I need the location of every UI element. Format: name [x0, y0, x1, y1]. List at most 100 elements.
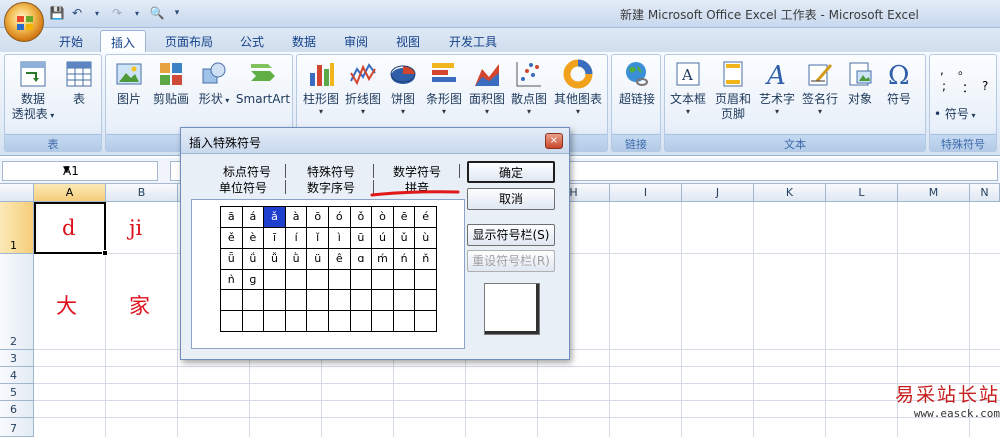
symbol-cell[interactable]: è	[242, 227, 265, 249]
header-footer-button[interactable]: 页眉和 页脚	[711, 59, 755, 122]
tab-unit-symbols[interactable]: 单位符号	[213, 179, 273, 196]
symbol-cell[interactable]	[285, 311, 308, 332]
line-chart-button[interactable]: 折线图 ▾	[343, 59, 383, 117]
symbol-button[interactable]: Ω 符号	[879, 59, 919, 107]
symbol-cell[interactable]: ň	[415, 248, 437, 270]
tab-developer[interactable]: 开发工具	[440, 30, 506, 52]
select-all-corner[interactable]	[0, 184, 34, 202]
symbol-cell[interactable]: ü	[307, 248, 329, 270]
symbol-cell[interactable]: ā	[221, 207, 243, 228]
undo-dropdown-icon[interactable]: ▾	[88, 4, 106, 22]
tab-number-sequence[interactable]: 数字序号	[301, 179, 361, 196]
cell-b1[interactable]: ji	[129, 216, 142, 240]
symbol-cell[interactable]	[372, 290, 394, 312]
symbol-cell[interactable]	[350, 290, 373, 312]
row-header-2[interactable]: 2	[0, 254, 34, 350]
symbol-period[interactable]: 。	[958, 61, 970, 78]
close-icon[interactable]: ×	[545, 133, 563, 149]
save-icon[interactable]: 💾	[48, 4, 66, 22]
fill-handle[interactable]	[102, 250, 108, 256]
symbol-cell[interactable]	[307, 290, 329, 312]
bar-chart-button[interactable]: 条形图 ▾	[423, 59, 465, 117]
text-box-button[interactable]: A 文本框 ▾	[667, 59, 709, 117]
name-box-dropdown-icon[interactable]: ▼	[63, 165, 153, 175]
symbol-cell[interactable]: ǎ	[264, 207, 286, 228]
symbol-cell[interactable]: ǹ	[221, 269, 243, 291]
special-symbol-dropdown[interactable]: • 符号 ▾	[934, 105, 975, 122]
column-header-m[interactable]: M	[898, 184, 970, 202]
picture-button[interactable]: 图片	[112, 59, 146, 107]
symbol-cell[interactable]	[393, 290, 416, 312]
symbol-cell[interactable]: ǜ	[285, 248, 308, 270]
symbol-cell[interactable]: ò	[372, 207, 394, 228]
symbol-cell[interactable]: à	[285, 207, 308, 228]
area-chart-button[interactable]: 面积图 ▾	[467, 59, 507, 117]
name-box[interactable]: A1 ▼	[2, 161, 158, 181]
column-header-k[interactable]: K	[754, 184, 826, 202]
redo-icon[interactable]: ↷	[108, 4, 126, 22]
symbol-cell[interactable]: ù	[415, 227, 437, 249]
symbol-cell[interactable]: ē	[393, 207, 416, 228]
symbol-cell[interactable]	[415, 290, 437, 312]
row-header-7[interactable]: 7	[0, 418, 34, 437]
row-header-5[interactable]: 5	[0, 384, 34, 401]
symbol-cell[interactable]: ê	[329, 248, 351, 270]
ok-button[interactable]: 确定	[467, 161, 555, 183]
cancel-button[interactable]: 取消	[467, 188, 555, 210]
cell-b2[interactable]: 家	[129, 290, 150, 320]
symbol-cell[interactable]	[372, 269, 394, 291]
symbol-cell[interactable]	[415, 311, 437, 332]
symbol-cell[interactable]	[350, 311, 373, 332]
symbol-cell[interactable]: ǖ	[221, 248, 243, 270]
symbol-cell[interactable]	[264, 290, 286, 312]
dialog-title-bar[interactable]: 插入特殊符号 ×	[181, 128, 569, 154]
symbol-cell[interactable]	[264, 269, 286, 291]
symbol-comma[interactable]: ,	[940, 63, 944, 77]
symbol-cell[interactable]: ō	[307, 207, 329, 228]
other-charts-button[interactable]: 其他图表 ▾	[551, 59, 605, 117]
signature-line-button[interactable]: 签名行 ▾	[799, 59, 841, 117]
smartart-button[interactable]: SmartArt	[234, 59, 292, 107]
symbol-cell[interactable]: ǚ	[264, 248, 286, 270]
scatter-chart-button[interactable]: 散点图 ▾	[509, 59, 549, 117]
hyperlink-button[interactable]: 超链接	[614, 59, 660, 107]
symbol-cell[interactable]	[393, 269, 416, 291]
tab-view[interactable]: 视图	[388, 30, 428, 52]
show-symbol-bar-button[interactable]: 显示符号栏(S)	[467, 224, 555, 246]
pie-chart-button[interactable]: 饼图 ▾	[385, 59, 421, 117]
tab-punctuation[interactable]: 标点符号	[219, 163, 275, 180]
symbol-cell[interactable]	[285, 290, 308, 312]
symbol-cell[interactable]	[285, 269, 308, 291]
tab-review[interactable]: 审阅	[336, 30, 376, 52]
redo-dropdown-icon[interactable]: ▾	[128, 4, 146, 22]
symbol-cell[interactable]: í	[285, 227, 308, 249]
symbol-cell[interactable]: ī	[264, 227, 286, 249]
print-preview-icon[interactable]: 🔍	[148, 4, 166, 22]
symbol-question[interactable]: ?	[982, 79, 988, 93]
symbol-cell[interactable]: á	[242, 207, 265, 228]
column-header-b[interactable]: B	[106, 184, 178, 202]
row-header-3[interactable]: 3	[0, 350, 34, 367]
symbol-colon[interactable]: ：	[962, 79, 974, 96]
symbol-cell[interactable]	[415, 269, 437, 291]
symbol-cell[interactable]: ɡ	[242, 269, 265, 291]
symbol-cell[interactable]: ó	[329, 207, 351, 228]
tab-data[interactable]: 数据	[284, 30, 324, 52]
row-header-6[interactable]: 6	[0, 401, 34, 418]
symbol-cell[interactable]	[242, 311, 265, 332]
symbol-cell[interactable]: ū	[350, 227, 373, 249]
symbol-cell[interactable]: ě	[221, 227, 243, 249]
column-chart-button[interactable]: 柱形图 ▾	[301, 59, 341, 117]
clip-art-button[interactable]: 剪贴画	[148, 59, 194, 107]
customize-toolbar-icon[interactable]: ▾	[168, 4, 186, 22]
tab-formulas[interactable]: 公式	[232, 30, 272, 52]
column-header-j[interactable]: J	[682, 184, 754, 202]
symbol-cell[interactable]	[350, 269, 373, 291]
symbol-semicolon[interactable]: ;	[942, 79, 946, 93]
symbol-cell[interactable]	[393, 311, 416, 332]
symbol-cell[interactable]: ǐ	[307, 227, 329, 249]
symbol-cell[interactable]	[329, 269, 351, 291]
symbol-cell[interactable]: ɑ	[350, 248, 373, 270]
symbol-cell[interactable]: ḿ	[372, 248, 394, 270]
symbol-cell[interactable]: ì	[329, 227, 351, 249]
